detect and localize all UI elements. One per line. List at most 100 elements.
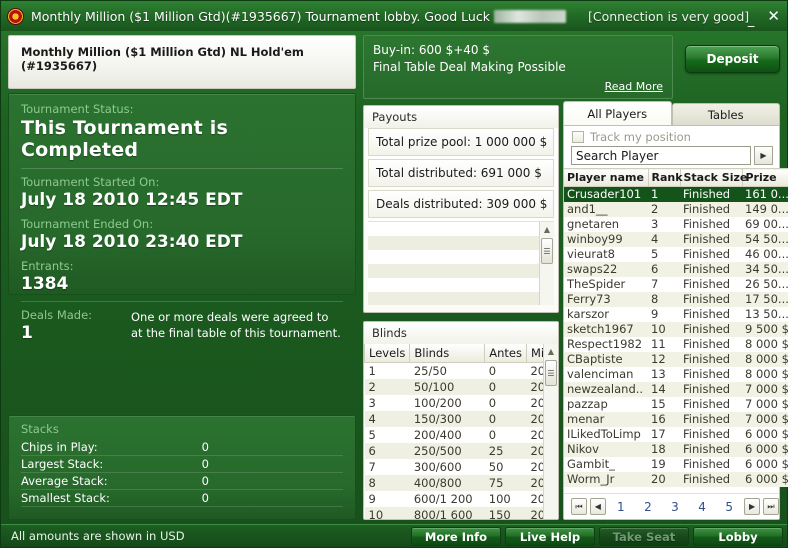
- players-column: All PlayersTables Track my position ▶: [563, 101, 788, 520]
- live-help-button[interactable]: Live Help: [505, 527, 595, 546]
- blinds-col-header[interactable]: Levels: [364, 344, 411, 363]
- player-row[interactable]: Ferry73 8 Finished 17 50...: [564, 291, 788, 307]
- scroll-up-icon[interactable]: ▲: [544, 344, 558, 359]
- blinds-cell: 75: [488, 476, 504, 490]
- track-position-row[interactable]: Track my position: [564, 126, 779, 145]
- blinds-row[interactable]: 7 300/600 50 20: [364, 459, 558, 475]
- blinds-scrollbar[interactable]: ▲ ☰: [543, 344, 558, 519]
- blinds-cell: 400/800: [413, 476, 462, 490]
- page-number[interactable]: 2: [636, 500, 660, 514]
- player-prize: 69 00...: [745, 217, 788, 231]
- blinds-row[interactable]: 4 150/300 0 20: [364, 411, 558, 427]
- blinds-cell: 150/300: [413, 412, 462, 426]
- player-prize: 6 000 $: [745, 442, 788, 456]
- stack-row: Largest Stack: 0: [21, 456, 343, 473]
- player-rank: 17: [651, 427, 666, 441]
- player-prize: 26 50...: [745, 277, 788, 291]
- player-row[interactable]: and1__ 2 Finished 149 0...: [564, 201, 788, 217]
- divider: [21, 168, 343, 169]
- player-stack: Finished: [683, 232, 731, 246]
- players-col-header[interactable]: Stack Size: [680, 168, 747, 187]
- prev-page-icon[interactable]: ◀: [589, 498, 606, 515]
- scroll-thumb[interactable]: ☰: [541, 238, 553, 264]
- player-row[interactable]: Respect1982 11 Finished 8 000 $: [564, 336, 788, 352]
- blinds-row[interactable]: 10 800/1 600 150 20: [364, 507, 558, 519]
- window-controls: _ ✕: [748, 1, 780, 31]
- close-icon[interactable]: ✕: [767, 8, 780, 24]
- player-rank: 2: [651, 202, 659, 216]
- next-page-icon[interactable]: ▶: [744, 498, 761, 515]
- player-row[interactable]: CBaptiste 12 Finished 8 000 $: [564, 351, 788, 367]
- player-prize: 9 500 $: [745, 322, 788, 336]
- blinds-row[interactable]: 1 25/50 0 20: [364, 362, 558, 379]
- minimize-icon[interactable]: _: [748, 14, 755, 27]
- player-stack: Finished: [683, 457, 731, 471]
- player-name: menar: [567, 412, 605, 426]
- player-prize: 8 000 $: [745, 367, 788, 381]
- player-row[interactable]: vieurat8 5 Finished 46 00...: [564, 246, 788, 262]
- player-name: Worm_Jr: [567, 472, 615, 486]
- player-row[interactable]: Crusader101 1 Finished 161 0...: [564, 186, 788, 202]
- payouts-scrollbar[interactable]: ▲ ☰: [539, 222, 554, 305]
- tab-all-players[interactable]: All Players: [563, 101, 672, 125]
- payouts-panel: Payouts Total prize pool: 1 000 000 $ Tot…: [363, 105, 559, 313]
- last-page-icon[interactable]: ⏭: [763, 498, 779, 515]
- player-name: ILikedToLimp: [567, 427, 641, 441]
- player-row[interactable]: pazzap 15 Finished 7 000 $: [564, 396, 788, 412]
- lobby-button[interactable]: Lobby: [693, 527, 783, 546]
- player-stack: Finished: [683, 337, 731, 351]
- stacks-title: Stacks: [21, 422, 59, 436]
- player-row[interactable]: Gambit_ 19 Finished 6 000 $: [564, 456, 788, 472]
- player-row[interactable]: TheSpider 7 Finished 26 50...: [564, 276, 788, 292]
- player-stack: Finished: [683, 247, 731, 261]
- players-col-header[interactable]: Rank: [648, 168, 683, 187]
- players-col-header[interactable]: Player name: [564, 168, 649, 187]
- player-row[interactable]: valenciman 13 Finished 8 000 $: [564, 366, 788, 382]
- blinds-row[interactable]: 2 50/100 0 20: [364, 379, 558, 395]
- blinds-row[interactable]: 6 250/500 25 20: [364, 443, 558, 459]
- player-rank: 7: [651, 277, 659, 291]
- ended-value: July 18 2010 23:40 EDT: [21, 232, 243, 252]
- scroll-up-icon[interactable]: ▲: [540, 222, 554, 237]
- player-row[interactable]: Worm_Jr 20 Finished 6 000 $: [564, 471, 788, 487]
- player-row[interactable]: gnetaren 3 Finished 69 00...: [564, 216, 788, 232]
- track-position-checkbox[interactable]: [572, 130, 584, 143]
- player-prize: 7 000 $: [745, 412, 788, 426]
- search-player-input[interactable]: [571, 146, 751, 165]
- tab-tables[interactable]: Tables: [671, 103, 780, 125]
- scroll-thumb[interactable]: ☰: [545, 360, 557, 386]
- blinds-row[interactable]: 9 600/1 200 100 20: [364, 491, 558, 507]
- read-more-link[interactable]: Read More: [605, 80, 663, 93]
- player-row[interactable]: Nikov 18 Finished 6 000 $: [564, 441, 788, 457]
- deposit-button[interactable]: Deposit: [685, 45, 780, 73]
- page-number[interactable]: 3: [663, 500, 687, 514]
- blinds-col-header[interactable]: Antes: [484, 344, 527, 363]
- player-row[interactable]: menar 16 Finished 7 000 $: [564, 411, 788, 427]
- blinds-row[interactable]: 3 100/200 0 20: [364, 395, 558, 411]
- window-title: Monthly Million ($1 Million Gtd)(#193566…: [31, 8, 490, 24]
- blinds-cell: 2: [368, 380, 376, 394]
- more-info-button[interactable]: More Info: [411, 527, 501, 546]
- player-stack: Finished: [683, 217, 731, 231]
- player-row[interactable]: karszor 9 Finished 13 50...: [564, 306, 788, 322]
- payout-row-placeholder: [368, 250, 554, 264]
- player-row[interactable]: winboy99 4 Finished 54 50...: [564, 231, 788, 247]
- blinds-col-header[interactable]: Blinds: [409, 344, 486, 363]
- player-row[interactable]: swaps22 6 Finished 34 50...: [564, 261, 788, 277]
- player-row[interactable]: sketch1967 10 Finished 9 500 $: [564, 321, 788, 337]
- player-prize: 6 000 $: [745, 427, 788, 441]
- payout-row-placeholder: [368, 236, 554, 250]
- page-number[interactable]: 5: [717, 500, 741, 514]
- player-prize: 46 00...: [745, 247, 788, 261]
- page-number[interactable]: 4: [690, 500, 714, 514]
- blinds-row[interactable]: 8 400/800 75 20: [364, 475, 558, 491]
- player-row[interactable]: newzealand.. 14 Finished 7 000 $: [564, 381, 788, 397]
- player-rank: 15: [651, 397, 666, 411]
- search-submit-icon[interactable]: ▶: [754, 146, 773, 165]
- blinds-row[interactable]: 5 200/400 0 20: [364, 427, 558, 443]
- first-page-icon[interactable]: ⏮: [571, 498, 587, 515]
- player-row[interactable]: ILikedToLimp 17 Finished 6 000 $: [564, 426, 788, 442]
- page-number[interactable]: 1: [609, 500, 633, 514]
- players-col-header[interactable]: Prize: [742, 168, 788, 187]
- players-tabs: All Players Tables: [563, 101, 780, 125]
